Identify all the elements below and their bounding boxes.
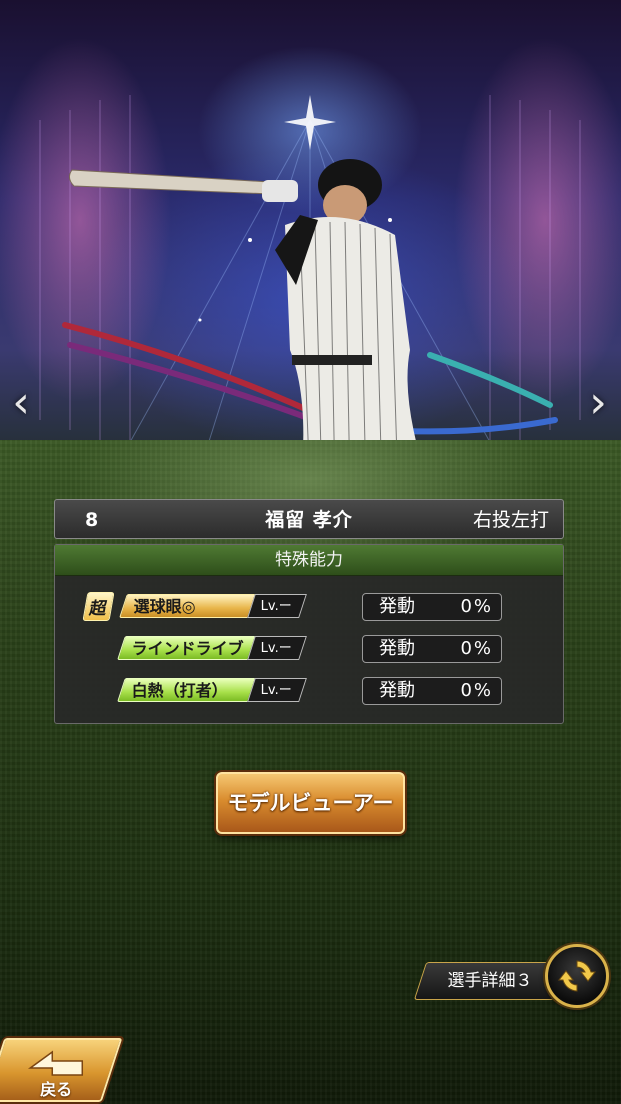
ability-row[interactable]: ラインドライブ Lv.ー 発動 0% <box>55 633 563 663</box>
ability-level: Lv.ー <box>247 594 307 618</box>
ability-tag: ラインドライブ <box>117 636 259 660</box>
ability-tag: 選球眼◎ <box>119 594 259 618</box>
game-screen: ‹ › 8 福留 孝介 右投左打 特殊能力 超 選球眼◎ Lv.ー 発動 0% … <box>0 0 621 1104</box>
ability-row[interactable]: 超 選球眼◎ Lv.ー 発動 0% <box>55 591 563 621</box>
activation-rate: 0% <box>460 680 493 701</box>
activation-rate-box: 発動 0% <box>362 677 502 705</box>
activation-label: 発動 <box>379 596 415 617</box>
ability-name: ラインドライブ <box>131 639 244 658</box>
player-detail-label: 選手詳細３ <box>447 971 533 991</box>
back-arrow-icon <box>27 1050 84 1076</box>
ability-level: Lv.ー <box>247 636 307 660</box>
activation-rate-box: 発動 0% <box>362 593 502 621</box>
player-detail-button[interactable]: 選手詳細３ <box>413 962 567 1000</box>
player-info-bar: 8 福留 孝介 右投左打 <box>54 499 564 539</box>
activation-label: 発動 <box>379 638 415 659</box>
super-ability-icon: 超 <box>82 592 115 621</box>
prev-player-arrow-icon[interactable]: ‹ <box>6 378 36 428</box>
throw-bat-hand: 右投左打 <box>472 509 549 531</box>
special-ability-panel: 特殊能力 超 選球眼◎ Lv.ー 発動 0% ラインドライブ Lv.ー 発動 0… <box>54 544 564 724</box>
ability-name: 白熱（打者） <box>131 681 228 700</box>
activation-label: 発動 <box>379 680 415 701</box>
ability-row[interactable]: 白熱（打者） Lv.ー 発動 0% <box>55 675 563 705</box>
refresh-icon <box>557 960 597 992</box>
ability-name: 選球眼◎ <box>133 597 196 616</box>
player-art <box>39 95 581 491</box>
activation-rate: 0% <box>460 638 493 659</box>
activation-rate-box: 発動 0% <box>362 635 502 663</box>
next-player-arrow-icon[interactable]: › <box>583 378 613 428</box>
stadium-background <box>0 0 621 500</box>
detail-switch-button[interactable] <box>545 944 609 1008</box>
ability-level: Lv.ー <box>247 678 307 702</box>
back-button[interactable]: 戻る <box>0 1038 123 1102</box>
model-viewer-button[interactable]: モデルビューアー <box>216 772 405 834</box>
special-ability-header: 特殊能力 <box>55 545 563 576</box>
back-label: 戻る <box>40 1080 73 1099</box>
activation-rate: 0% <box>460 596 493 617</box>
ability-tag: 白熱（打者） <box>117 678 259 702</box>
